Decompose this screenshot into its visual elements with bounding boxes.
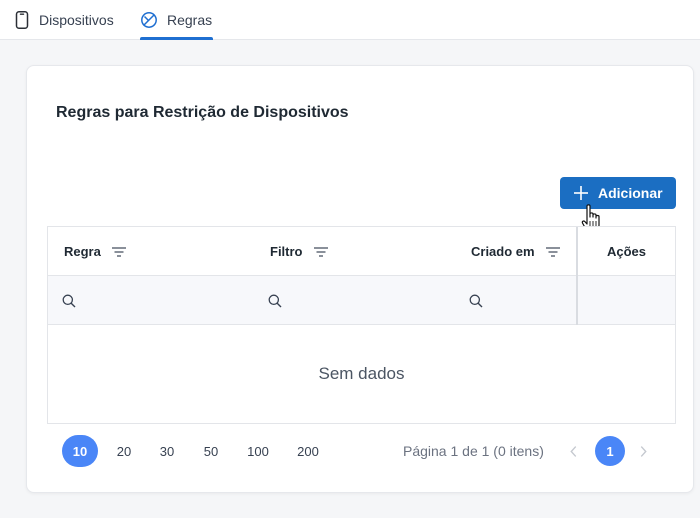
search-cell-filter[interactable] [268, 276, 440, 325]
page-size-option[interactable]: 50 [193, 435, 229, 467]
search-input-rule[interactable] [84, 288, 234, 313]
tab-rules[interactable]: Regras [140, 0, 214, 40]
filter-icon[interactable] [313, 246, 329, 258]
column-header-rule[interactable]: Regra [64, 227, 127, 276]
page-size-option[interactable]: 100 [240, 435, 276, 467]
search-input-created[interactable] [491, 288, 581, 313]
chevron-left-icon [569, 445, 576, 457]
add-button[interactable]: Adicionar [560, 177, 676, 209]
grid-header: Regra Filtro Criado em Ações [48, 227, 675, 276]
column-label: Criado em [471, 244, 535, 259]
column-header-filter[interactable]: Filtro [270, 227, 329, 276]
search-row [48, 276, 675, 325]
page-size-option[interactable]: 30 [149, 435, 185, 467]
search-cell-created[interactable] [469, 276, 581, 325]
column-label: Regra [64, 244, 101, 259]
page-title: Regras para Restrição de Dispositivos [56, 104, 349, 121]
actions-column-divider [576, 227, 578, 325]
filter-icon[interactable] [111, 246, 127, 258]
tab-devices-label: Dispositivos [39, 12, 114, 28]
page-size-option[interactable]: 20 [106, 435, 142, 467]
active-tab-indicator [140, 37, 214, 40]
page-size-option[interactable]: 200 [290, 435, 326, 467]
next-page-button[interactable] [633, 435, 653, 467]
prev-page-button[interactable] [563, 435, 583, 467]
search-icon [268, 294, 282, 307]
empty-state-text: Sem dados [318, 364, 405, 383]
page-size-option[interactable]: 10 [62, 435, 98, 467]
rules-grid: Regra Filtro Criado em Ações Sem dados [47, 226, 676, 424]
tab-rules-label: Regras [167, 12, 213, 28]
column-header-created[interactable]: Criado em [471, 227, 561, 276]
column-label: Filtro [270, 244, 303, 259]
page-info: Página 1 de 1 (0 itens) [403, 443, 544, 459]
column-label: Ações [606, 244, 647, 259]
rule-blocked-icon [141, 12, 157, 28]
search-input-filter[interactable] [290, 288, 440, 313]
smartphone-icon [15, 11, 29, 29]
plus-icon [574, 186, 588, 200]
chevron-right-icon [640, 445, 647, 457]
add-button-label: Adicionar [598, 185, 663, 201]
pager: 10 20 30 50 100 200 Página 1 de 1 (0 ite… [27, 435, 695, 469]
tab-bar: Dispositivos Regras [0, 0, 700, 40]
filter-icon[interactable] [545, 246, 561, 258]
page-number-button[interactable]: 1 [595, 436, 625, 466]
rules-card: Regras para Restrição de Dispositivos Ad… [26, 65, 694, 493]
search-icon [62, 294, 76, 307]
tab-devices[interactable]: Dispositivos [14, 0, 114, 40]
search-cell-rule[interactable] [62, 276, 234, 325]
column-header-actions: Ações [578, 227, 675, 276]
search-icon [469, 294, 483, 307]
